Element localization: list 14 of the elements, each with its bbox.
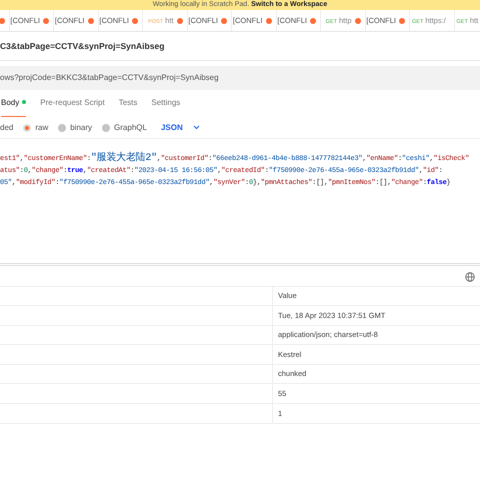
globe-icon[interactable] (465, 272, 475, 282)
radio-option[interactable]: GraphQL (102, 122, 147, 134)
radio-option[interactable]: binary (58, 122, 92, 134)
radio-option[interactable]: raw (23, 122, 48, 134)
editor-tab[interactable]: Tests (118, 97, 138, 117)
url-field[interactable]: ows?projCode=BKKC3&tabPage=CCTV&synProj=SynAibseg (0, 66, 480, 90)
editor-tab[interactable]: Settings (151, 97, 180, 117)
editor-tab[interactable]: Body (1, 97, 26, 117)
format-dropdown[interactable]: JSON (160, 122, 200, 134)
chevron-down-icon (192, 125, 200, 130)
radio-label[interactable]: ded (0, 122, 14, 134)
request-title: C3&tabPage=CCTV&synProj=SynAibseg (0, 40, 164, 52)
radio-circle[interactable] (23, 124, 32, 132)
editor-tab[interactable]: Pre-request Script (40, 97, 105, 117)
